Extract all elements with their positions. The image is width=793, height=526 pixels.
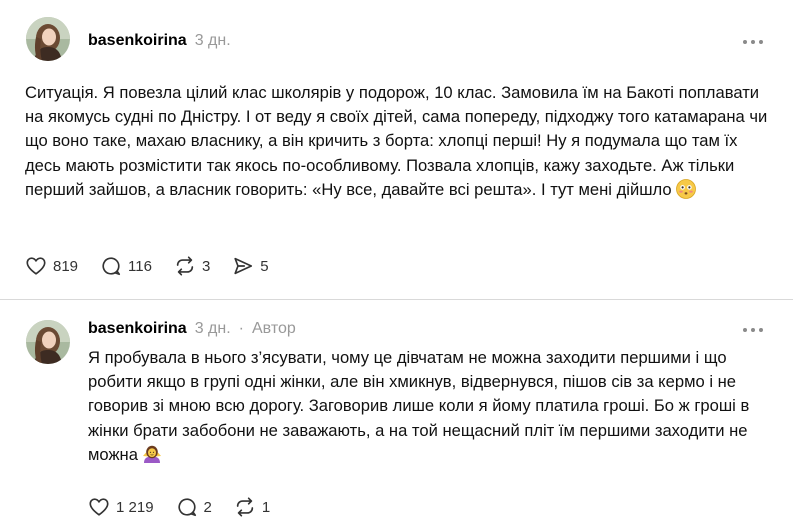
- like-button[interactable]: 1 219: [88, 496, 154, 518]
- comment-icon: [178, 498, 196, 517]
- heart-icon: [26, 257, 46, 275]
- reply-button[interactable]: 2: [176, 496, 212, 518]
- like-count: 819: [53, 257, 79, 275]
- username[interactable]: basenkoirina: [88, 32, 187, 50]
- post-body: Ситуація. Я повезла цілий клас школярів …: [25, 83, 768, 199]
- send-icon: [234, 257, 253, 275]
- post-header: basenkoirina 3 дн.: [88, 32, 231, 50]
- repost-count: 1: [261, 498, 271, 516]
- username[interactable]: basenkoirina: [88, 320, 187, 338]
- like-count: 1 219: [116, 498, 154, 516]
- avatar[interactable]: [26, 17, 70, 61]
- flushed-face-icon: [675, 178, 696, 199]
- avatar-photo-icon: [26, 320, 70, 364]
- repost-icon: [176, 256, 194, 276]
- like-button[interactable]: 819: [25, 255, 78, 277]
- post-text: Ситуація. Я повезла цілий клас школярів …: [25, 81, 777, 202]
- post-text: Я пробувала в нього з’ясувати, чому це д…: [88, 346, 778, 467]
- thread-post: basenkoirina 3 дн. Ситуація. Я повезла ц…: [0, 0, 793, 300]
- comment-icon: [102, 257, 121, 276]
- avatar[interactable]: [26, 320, 70, 364]
- post-body: Я пробувала в нього з’ясувати, чому це д…: [88, 348, 750, 464]
- author-label: Автор: [252, 320, 296, 337]
- more-options-icon[interactable]: [743, 328, 763, 332]
- reply-count: 2: [203, 498, 212, 516]
- post-actions: 819 116 3 5: [25, 255, 291, 277]
- reply-button[interactable]: 116: [100, 255, 152, 277]
- repost-count: 3: [201, 257, 211, 275]
- avatar-photo-icon: [26, 17, 70, 61]
- share-count: 5: [260, 257, 269, 275]
- thread-post: basenkoirina 3 дн. · Автор Я пробувала в…: [0, 300, 793, 526]
- woman-shrugging-icon: [142, 445, 161, 463]
- more-options-icon[interactable]: [743, 40, 763, 44]
- reply-count: 116: [128, 257, 152, 275]
- separator: ·: [238, 320, 244, 337]
- timestamp[interactable]: 3 дн.: [195, 320, 231, 338]
- timestamp[interactable]: 3 дн.: [195, 32, 231, 50]
- repost-icon: [236, 497, 254, 517]
- heart-icon: [89, 498, 109, 516]
- repost-button[interactable]: 3: [174, 255, 210, 277]
- share-button[interactable]: 5: [232, 255, 269, 277]
- post-actions: 1 219 2 1: [88, 496, 292, 518]
- repost-button[interactable]: 1: [234, 496, 270, 518]
- post-header: basenkoirina 3 дн. · Автор: [88, 320, 296, 338]
